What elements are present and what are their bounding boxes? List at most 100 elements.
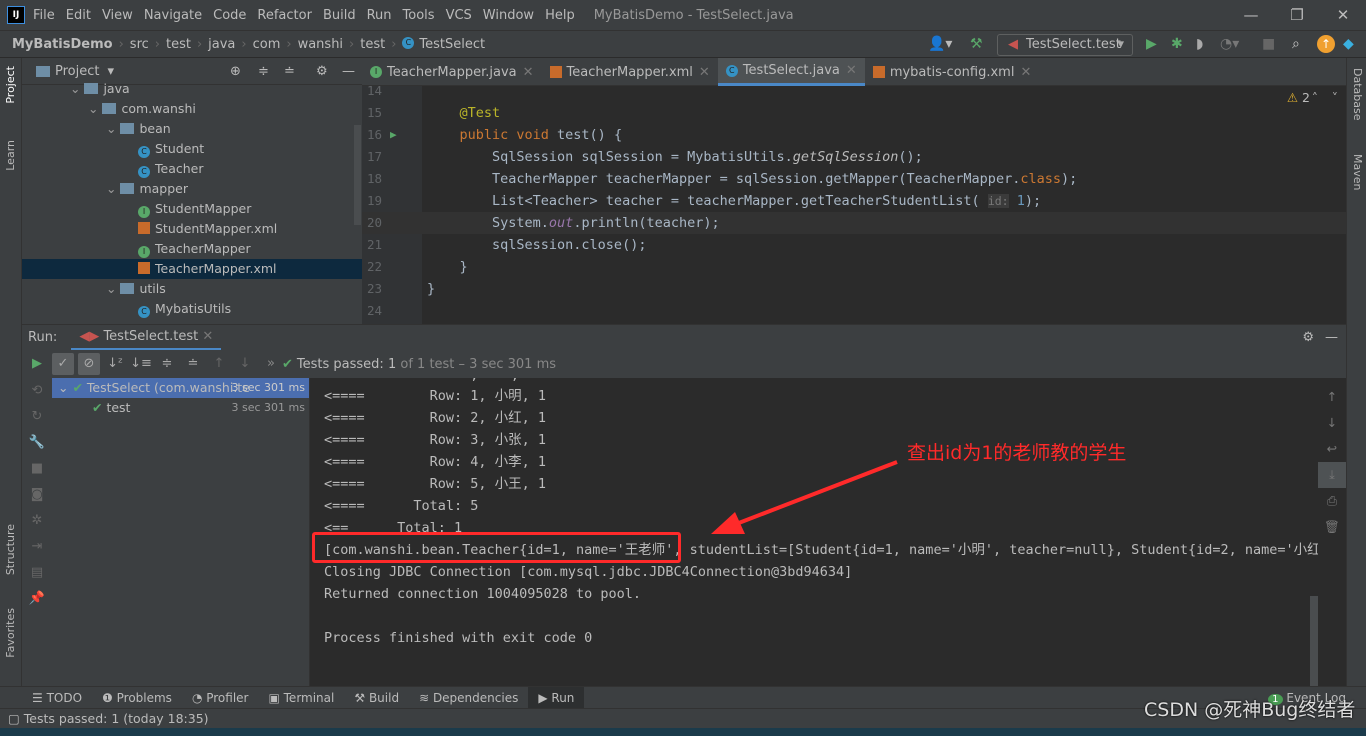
collapse-all-icon[interactable]: ≐: [284, 64, 295, 79]
project-tool-button[interactable]: Project: [4, 66, 17, 104]
close-tab-icon[interactable]: ✕: [523, 65, 534, 80]
tree-item[interactable]: I TeacherMapper: [22, 239, 362, 259]
layout-icon[interactable]: ▤: [22, 560, 52, 586]
debug-icon[interactable]: ✱: [1171, 36, 1183, 52]
console-output[interactable]: , ,<==== Row: 1, 小明, 1<==== Row: 2, 小红, …: [311, 378, 1318, 686]
menu-help[interactable]: Help: [545, 8, 575, 23]
tab-teachermapper-java[interactable]: I TeacherMapper.java ✕: [362, 58, 542, 86]
tree-item[interactable]: C Student: [22, 139, 362, 159]
warning-icon[interactable]: ⚠ 2: [1287, 90, 1310, 105]
menu-code[interactable]: Code: [213, 8, 246, 23]
tree-item[interactable]: ⌄ utils: [22, 279, 362, 299]
tool-tab-terminal[interactable]: ▣ Terminal: [258, 687, 344, 709]
previous-highlight-icon[interactable]: ˄: [1312, 90, 1318, 105]
show-ignored-icon[interactable]: ⊘: [78, 353, 100, 375]
learn-tool-button[interactable]: Learn: [4, 140, 17, 171]
project-scrollbar[interactable]: [354, 125, 361, 225]
next-highlight-icon[interactable]: ˅: [1332, 90, 1338, 105]
run-tab[interactable]: ◀▶ TestSelect.test ✕: [71, 325, 222, 351]
tab-teachermapper-xml[interactable]: TeacherMapper.xml ✕: [542, 58, 718, 86]
update-icon[interactable]: ↑: [1317, 35, 1335, 53]
sort-duration-icon[interactable]: ↓≡: [130, 353, 152, 375]
tool-tab-problems[interactable]: ❶ Problems: [92, 687, 182, 709]
project-view-select[interactable]: Project: [55, 64, 99, 79]
tree-item[interactable]: ⌄ com.wanshi: [22, 99, 362, 119]
settings-icon[interactable]: ✲: [22, 508, 52, 534]
run-icon[interactable]: ▶: [1146, 36, 1157, 52]
menu-run[interactable]: Run: [367, 8, 392, 23]
close-icon[interactable]: ✕: [1320, 0, 1366, 30]
collapse-all-icon[interactable]: ≐: [182, 353, 204, 375]
stop-icon[interactable]: ■: [22, 456, 52, 482]
locate-icon[interactable]: ⊕: [230, 64, 241, 79]
breadcrumb-item[interactable]: test: [360, 37, 385, 52]
tab-testselect-java[interactable]: C TestSelect.java ✕: [717, 58, 865, 86]
menu-build[interactable]: Build: [323, 8, 356, 23]
more-icon[interactable]: »: [260, 353, 282, 375]
favorites-tool-button[interactable]: Favorites: [4, 608, 17, 658]
trash-icon[interactable]: 🗑: [1318, 514, 1346, 540]
tool-tab-profiler[interactable]: ◔ Profiler: [182, 687, 259, 709]
profile-icon[interactable]: ◔▾: [1220, 36, 1239, 52]
chevron-down-icon[interactable]: ⌄: [106, 121, 120, 136]
chevron-down-icon[interactable]: ⌄: [106, 181, 120, 196]
camera-icon[interactable]: ◙: [22, 482, 52, 508]
test-node[interactable]: ⌄ ✔ TestSelect (com.wanshi.te 3 sec 301 m…: [52, 378, 309, 398]
previous-test-icon[interactable]: ↑: [208, 353, 230, 375]
pin-icon[interactable]: 📌: [22, 586, 52, 612]
run-config-select[interactable]: ◀ TestSelect.test ▾: [997, 34, 1133, 56]
wrench-icon[interactable]: 🔧: [22, 430, 52, 456]
database-tool-button[interactable]: Database: [1351, 68, 1364, 121]
breadcrumb-item[interactable]: TestSelect: [419, 37, 485, 52]
minimize-icon[interactable]: —: [1228, 0, 1274, 30]
rerun-icon[interactable]: ▶: [26, 353, 48, 375]
tree-item[interactable]: ⌄ mapper: [22, 179, 362, 199]
tool-tab-dependencies[interactable]: ≋ Dependencies: [409, 687, 528, 709]
hammer-icon[interactable]: ⚒: [970, 36, 983, 52]
code-editor[interactable]: 14 15 @Test 16 ▶ public void test() {17 Sql…: [362, 86, 1346, 324]
gear-icon[interactable]: ⚙: [316, 64, 328, 79]
menu-file[interactable]: File: [33, 8, 55, 23]
tree-item[interactable]: StudentMapper.xml: [22, 219, 362, 239]
soft-wrap-icon[interactable]: ↩: [1318, 436, 1346, 462]
scroll-to-end-icon[interactable]: ⤓: [1318, 462, 1346, 488]
tree-item[interactable]: I StudentMapper: [22, 199, 362, 219]
show-passed-icon[interactable]: ✓: [52, 353, 74, 375]
chevron-down-icon[interactable]: ⌄: [88, 101, 102, 116]
tree-item[interactable]: ⌄ java: [22, 79, 362, 99]
breadcrumb-item[interactable]: java: [208, 37, 235, 52]
breadcrumb-item[interactable]: src: [130, 37, 149, 52]
tree-item[interactable]: ⌄ bean: [22, 119, 362, 139]
tree-item[interactable]: C MybatisUtils: [22, 299, 362, 319]
chevron-down-icon[interactable]: ⌄: [106, 281, 120, 296]
stop-icon[interactable]: ■: [1262, 36, 1275, 52]
sort-alpha-icon[interactable]: ↓ᶻ: [104, 353, 126, 375]
coverage-icon[interactable]: ◗: [1196, 36, 1203, 52]
tree-item[interactable]: TeacherMapper.xml: [22, 259, 362, 279]
tool-tab-todo[interactable]: ☰ TODO: [22, 687, 92, 709]
console-scrollbar[interactable]: [1310, 596, 1318, 686]
expand-all-icon[interactable]: ≑: [156, 353, 178, 375]
search-icon[interactable]: ⌕: [1292, 36, 1300, 52]
breadcrumb-item[interactable]: wanshi: [298, 37, 343, 52]
chevron-down-icon[interactable]: ⌄: [70, 81, 84, 96]
scroll-up-icon[interactable]: ↑: [1318, 384, 1346, 410]
restore-icon[interactable]: ❐: [1274, 0, 1320, 30]
breadcrumb-item[interactable]: test: [166, 37, 191, 52]
close-tab-icon[interactable]: ✕: [846, 63, 857, 78]
chevron-down-icon[interactable]: ⌄: [58, 380, 72, 395]
hide-icon[interactable]: —: [1325, 330, 1338, 345]
menu-window[interactable]: Window: [483, 8, 534, 23]
menu-tools[interactable]: Tools: [403, 8, 435, 23]
menu-view[interactable]: View: [102, 8, 133, 23]
close-tab-icon[interactable]: ✕: [699, 65, 710, 80]
breadcrumb-item[interactable]: MyBatisDemo: [12, 37, 113, 52]
scroll-down-icon[interactable]: ↓: [1318, 410, 1346, 436]
breadcrumb-item[interactable]: com: [253, 37, 281, 52]
user-icon[interactable]: 👤▾: [928, 36, 952, 52]
tool-tab-build[interactable]: ⚒ Build: [344, 687, 409, 709]
tab-mybatis-config-xml[interactable]: mybatis-config.xml ✕: [865, 58, 1040, 86]
toolbox-icon[interactable]: ◆: [1343, 36, 1354, 52]
menu-refactor[interactable]: Refactor: [257, 8, 312, 23]
run-gutter-icon[interactable]: ▶: [390, 124, 397, 146]
